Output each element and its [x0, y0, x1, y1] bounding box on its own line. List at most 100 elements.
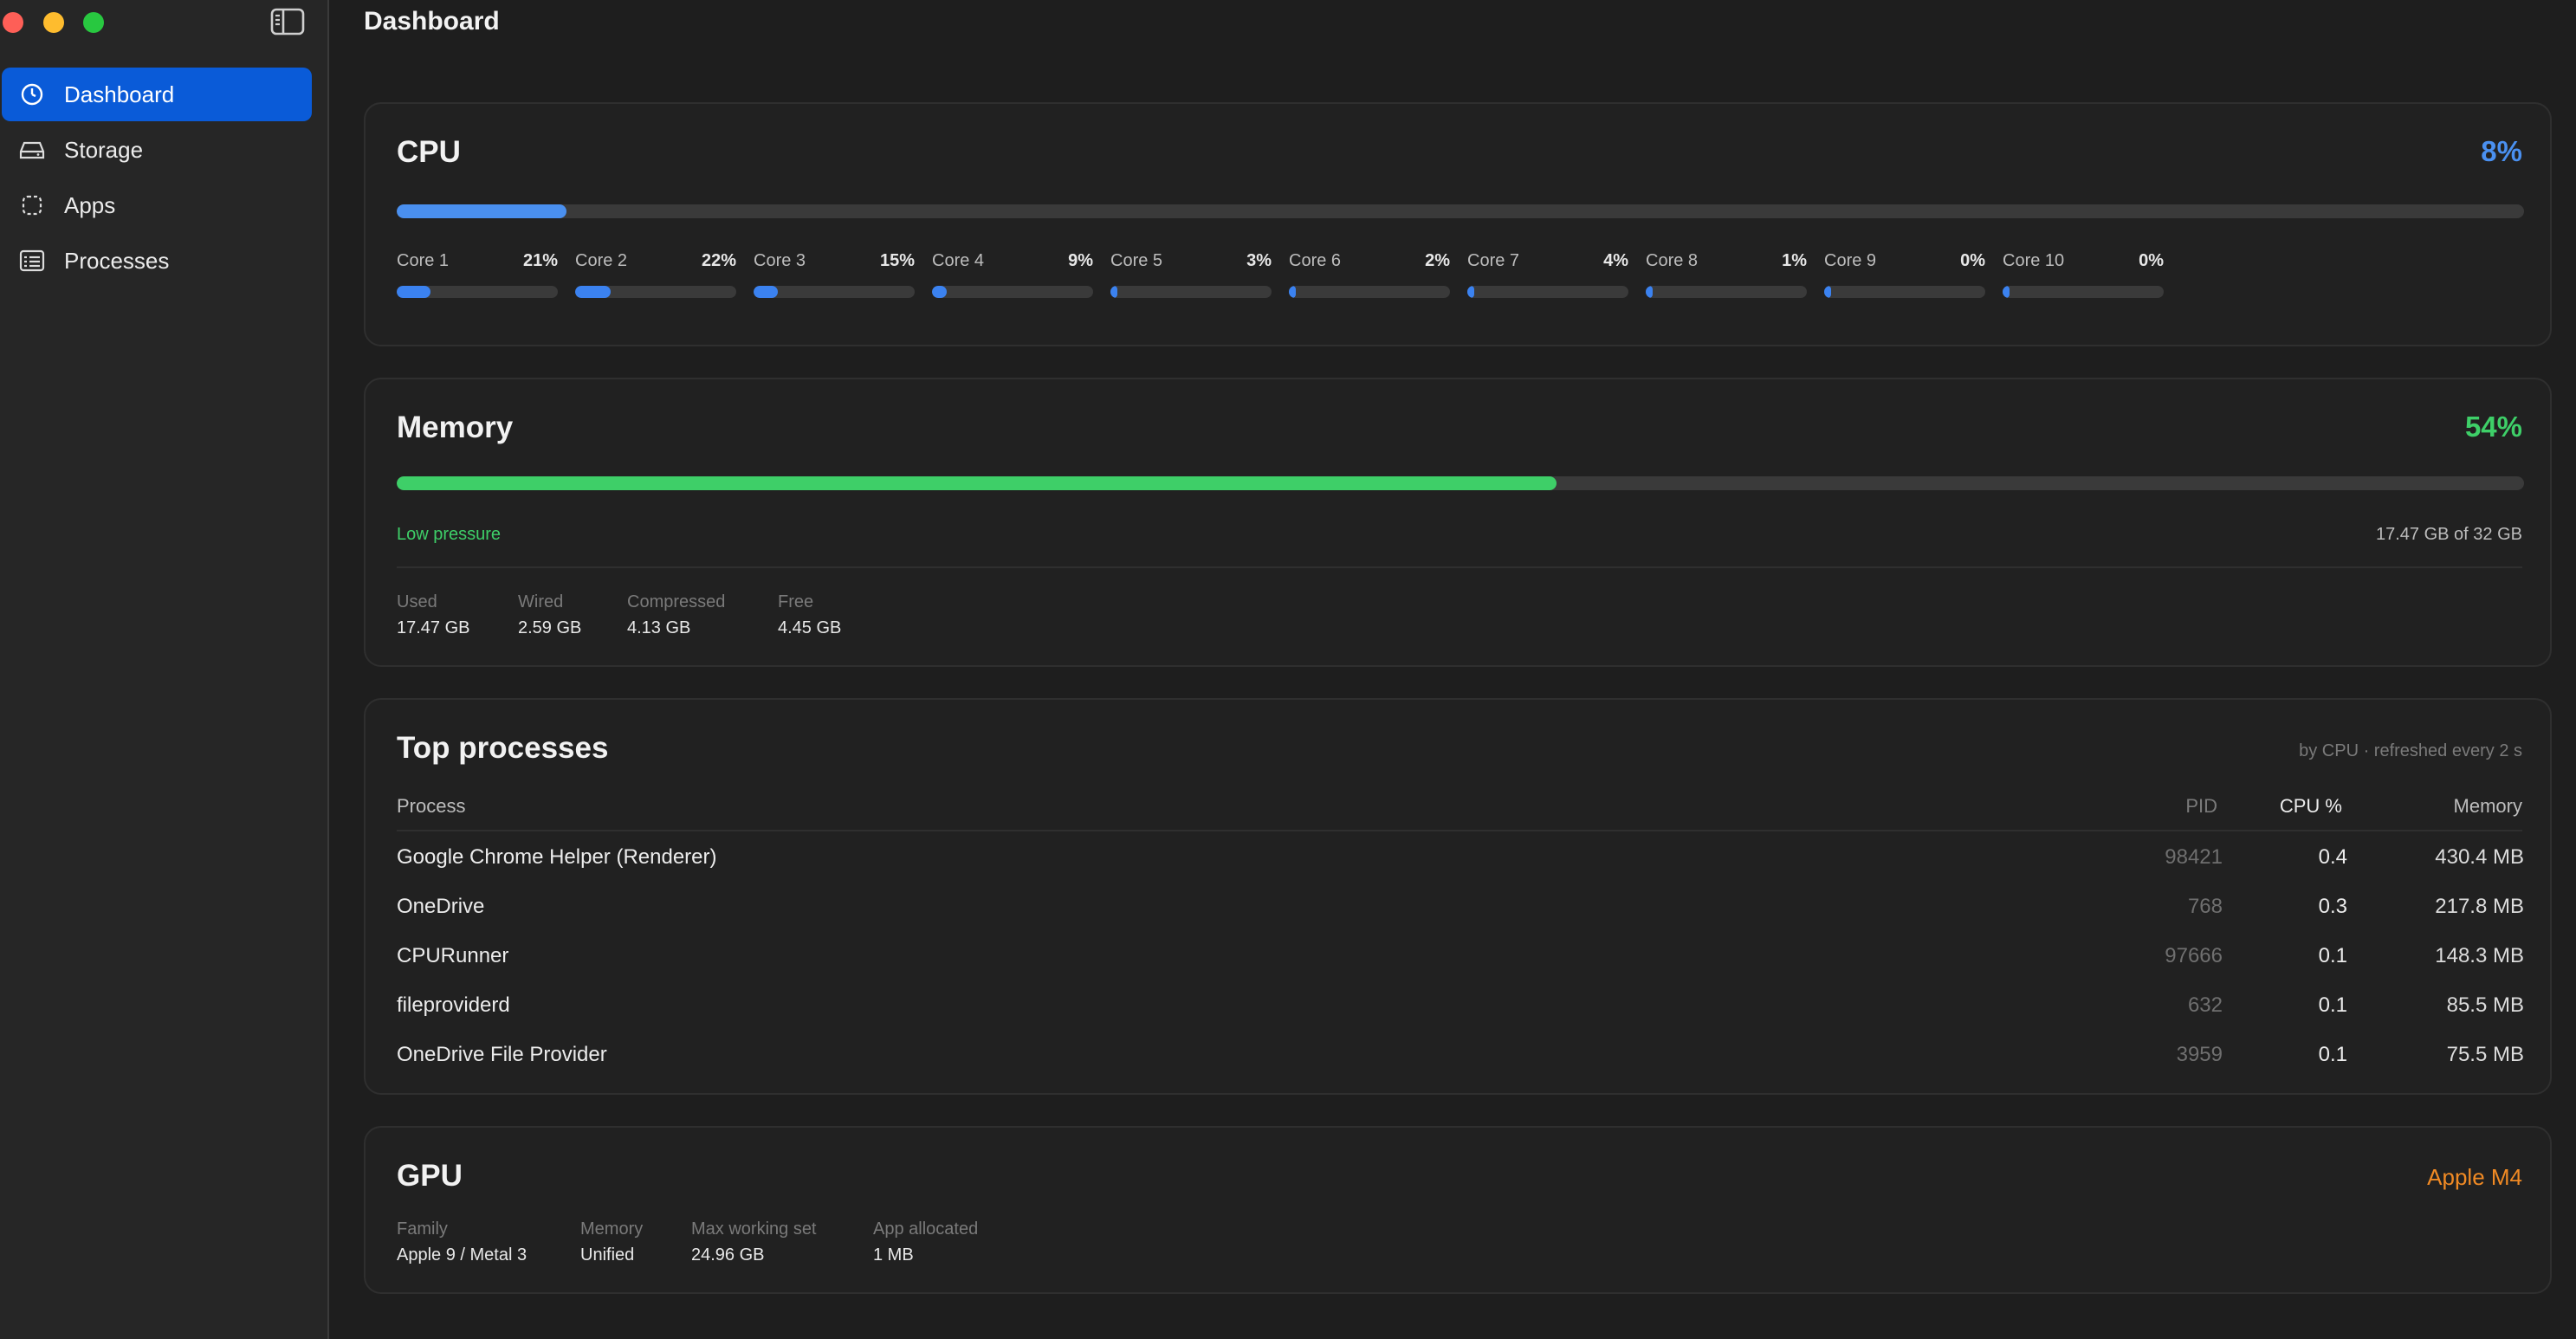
sidebar-item-dashboard[interactable]: Dashboard [2, 68, 312, 121]
process-name: Google Chrome Helper (Renderer) [397, 845, 717, 869]
cpu-title: CPU [397, 135, 461, 169]
process-memory: 85.5 MB [2446, 993, 2524, 1017]
cpu-core-value: 0% [2139, 251, 2164, 270]
cpu-core-bar-fill [2003, 286, 2010, 298]
cpu-core-bar-fill [754, 286, 778, 298]
memory-card: Memory 54% Low pressure 17.47 GB of 32 G… [364, 378, 2552, 667]
gpu-stat-label: Family [397, 1219, 448, 1239]
process-cpu: 0.1 [2318, 1043, 2347, 1066]
zoom-window-button[interactable] [83, 12, 104, 33]
gpu-stat-value: Apple 9 / Metal 3 [397, 1245, 527, 1265]
column-header-cpu[interactable]: CPU % [2280, 795, 2342, 818]
cpu-card: CPU 8% Core 1 21% Core 2 22% Core 3 15% Core 4… [364, 102, 2552, 346]
cpu-core-label: Core 5 [1110, 251, 1163, 270]
gpu-stat-value: Unified [580, 1245, 635, 1265]
cpu-total-value: 8% [2481, 135, 2522, 167]
cpu-core-label: Core 6 [1289, 251, 1342, 270]
cpu-core-label: Core 10 [2003, 251, 2065, 270]
cpu-core-bar [1467, 286, 1628, 298]
sidebar-item-storage[interactable]: Storage [2, 123, 312, 177]
cpu-core-bar [1289, 286, 1450, 298]
sidebar-item-label: Apps [64, 191, 116, 218]
memory-stat-label: Wired [518, 592, 564, 611]
cpu-core-bar [575, 286, 736, 298]
process-pid: 3959 [2176, 1043, 2223, 1066]
gpu-stat-value: 24.96 GB [691, 1245, 765, 1265]
gauge-icon [19, 81, 45, 107]
table-row[interactable]: Google Chrome Helper (Renderer) 98421 0.4 4… [397, 845, 2524, 892]
cpu-core-label: Core 3 [754, 251, 806, 270]
gpu-stat-label: Memory [580, 1219, 644, 1239]
cpu-core-bar [1824, 286, 1985, 298]
cpu-core-bar-fill [1646, 286, 1653, 298]
cpu-core-value: 1% [1782, 251, 1807, 270]
drive-icon [19, 137, 45, 163]
cpu-core-label: Core 2 [575, 251, 628, 270]
apps-icon [19, 192, 45, 218]
process-name: OneDrive File Provider [397, 1043, 607, 1066]
minimize-window-button[interactable] [43, 12, 64, 33]
cpu-core-bar-fill [575, 286, 611, 298]
cpu-core-value: 3% [1246, 251, 1272, 270]
gpu-stat-label: App allocated [873, 1219, 979, 1239]
cpu-core-bar [932, 286, 1093, 298]
cpu-core-value: 22% [701, 251, 736, 270]
process-pid: 768 [2187, 895, 2223, 918]
cpu-core-value: 21% [522, 251, 558, 270]
cpu-total-bar-fill [397, 204, 567, 218]
cpu-core-bar [1110, 286, 1272, 298]
sidebar-toggle-icon [270, 8, 305, 36]
sidebar-item-label: Storage [64, 136, 144, 163]
process-cpu: 0.4 [2318, 845, 2347, 869]
memory-pressure-label: Low pressure [397, 525, 502, 544]
sidebar-toggle-button[interactable] [270, 8, 305, 36]
close-window-button[interactable] [3, 12, 23, 33]
cpu-core-value: 2% [1425, 251, 1450, 270]
cpu-core-bar-fill [397, 286, 431, 298]
process-memory: 430.4 MB [2435, 845, 2524, 869]
sidebar: Dashboard Storage Apps Processes [0, 0, 329, 1339]
cpu-core-bar [1646, 286, 1807, 298]
processes-card: Top processes by CPU · refreshed every 2… [364, 698, 2552, 1095]
sidebar-item-label: Processes [64, 247, 170, 274]
process-memory: 148.3 MB [2435, 944, 2524, 967]
column-header-process[interactable]: Process [397, 795, 465, 818]
memory-stat-value: 4.13 GB [627, 618, 691, 637]
process-cpu: 0.3 [2318, 895, 2347, 918]
cpu-core-value: 15% [879, 251, 915, 270]
cpu-core-bar-fill [932, 286, 947, 298]
sidebar-item-label: Dashboard [64, 81, 175, 107]
gpu-card: GPU Apple M4 Family Apple 9 / Metal 3 Me… [364, 1126, 2552, 1294]
process-memory: 75.5 MB [2446, 1043, 2524, 1066]
cpu-core-label: Core 8 [1646, 251, 1699, 270]
cpu-core-label: Core 7 [1467, 251, 1520, 270]
cpu-core-bar [397, 286, 558, 298]
cpu-core-bar-fill [1824, 286, 1831, 298]
column-header-pid[interactable]: PID [2185, 795, 2217, 818]
memory-divider [397, 566, 2522, 568]
process-name: CPURunner [397, 944, 509, 967]
gpu-title: GPU [397, 1159, 463, 1193]
cpu-core-value: 9% [1068, 251, 1093, 270]
process-memory: 217.8 MB [2435, 895, 2524, 918]
process-pid: 98421 [2165, 845, 2223, 869]
cpu-core-bar-fill [1467, 286, 1474, 298]
table-row[interactable]: CPURunner 97666 0.1 148.3 MB [397, 944, 2524, 991]
table-row[interactable]: OneDrive 768 0.3 217.8 MB [397, 895, 2524, 941]
memory-stat-label: Used [397, 592, 437, 611]
memory-stat-label: Compressed [627, 592, 726, 611]
gpu-stat-value: 1 MB [873, 1245, 914, 1265]
table-row[interactable]: OneDrive File Provider 3959 0.1 75.5 MB [397, 1043, 2524, 1090]
cpu-core-label: Core 1 [397, 251, 450, 270]
memory-used-of-total: 17.47 GB of 32 GB [2376, 525, 2522, 544]
memory-stat-label: Free [778, 592, 814, 611]
cpu-core-bar-fill [1110, 286, 1117, 298]
sidebar-item-processes[interactable]: Processes [2, 234, 312, 288]
column-header-memory[interactable]: Memory [2454, 795, 2522, 818]
table-row[interactable]: fileproviderd 632 0.1 85.5 MB [397, 993, 2524, 1040]
cpu-core-bar [754, 286, 915, 298]
process-name: OneDrive [397, 895, 485, 918]
sidebar-item-apps[interactable]: Apps [2, 178, 312, 232]
cpu-core-value: 4% [1603, 251, 1628, 270]
memory-stat-value: 2.59 GB [518, 618, 582, 637]
